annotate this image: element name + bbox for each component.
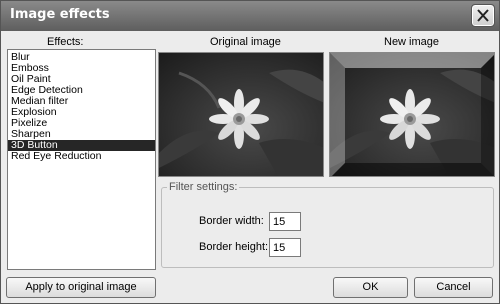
filter-settings-legend: Filter settings: <box>167 181 240 193</box>
border-width-label: Border width: <box>199 215 264 227</box>
cancel-button[interactable]: Cancel <box>414 277 493 298</box>
new-image-preview <box>329 52 495 177</box>
border-width-field[interactable] <box>269 212 301 231</box>
window-title: Image effects <box>10 7 110 22</box>
effects-list-item[interactable]: Red Eye Reduction <box>8 151 155 162</box>
title-bar[interactable]: Image effects <box>1 1 499 31</box>
border-height-field[interactable] <box>269 238 301 257</box>
close-icon <box>477 9 489 22</box>
ok-button[interactable]: OK <box>333 277 408 298</box>
effects-label: Effects: <box>47 36 84 48</box>
border-height-label: Border height: <box>199 241 269 253</box>
effects-list[interactable]: Blur Emboss Oil Paint Edge Detection Median … <box>7 49 156 270</box>
original-image <box>158 52 324 177</box>
filter-settings-group <box>161 187 494 268</box>
image-effects-dialog: Image effects Effects: Original image Ne… <box>0 0 500 304</box>
original-image-label: Original image <box>210 36 281 48</box>
new-image-label: New image <box>384 36 440 48</box>
apply-to-original-button[interactable]: Apply to original image <box>6 277 156 298</box>
close-button[interactable] <box>471 4 495 27</box>
